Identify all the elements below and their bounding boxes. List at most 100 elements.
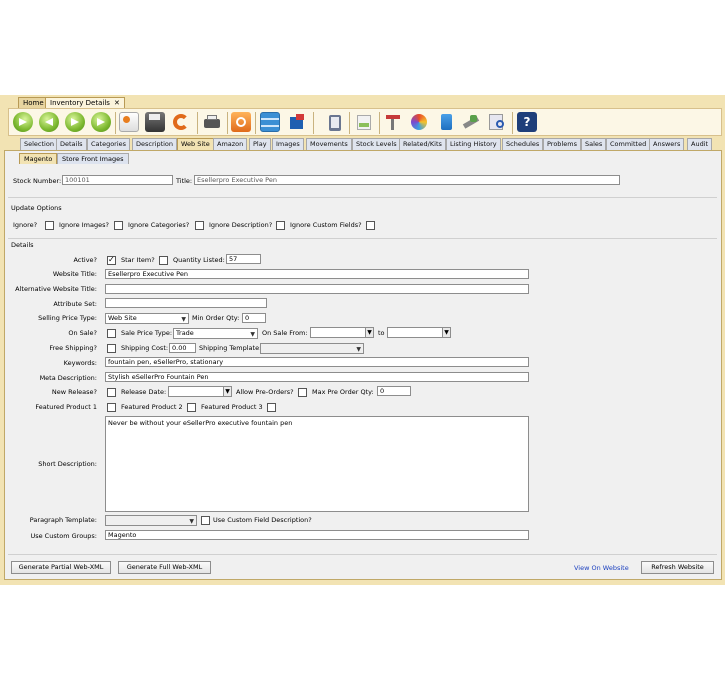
subtab-magento[interactable]: Magento [19,153,58,164]
previous-icon[interactable] [39,112,59,132]
tab-images[interactable]: Images [272,138,304,150]
tab-related-kits[interactable]: Related/Kits [399,138,446,150]
toolbar-separator [379,112,380,134]
active-checkbox[interactable] [107,255,116,265]
generate-full-web-xml-button[interactable]: Generate Full Web-XML [118,561,211,574]
clipboard-icon[interactable] [325,112,345,132]
print-icon[interactable] [202,112,222,132]
ignore-custom-fields-checkbox[interactable] [366,221,375,230]
grid-icon[interactable] [260,112,280,132]
document-tab-strip: Home Inventory Details ✕ [0,95,725,108]
featured-product-1-checkbox[interactable] [107,403,116,412]
paragraph-template-select[interactable]: ▼ [105,515,197,526]
notebook-icon[interactable] [436,112,456,132]
release-date-label: Release Date: [121,388,167,396]
new-icon[interactable] [119,112,139,132]
chevron-down-icon[interactable]: ▼ [365,327,374,338]
tab-movements[interactable]: Movements [306,138,352,150]
ignore-label: Ignore? [13,221,38,229]
featured-product-1-label: Featured Product 1 [35,403,97,411]
tools-icon[interactable] [461,112,481,132]
shipping-template-select[interactable]: ▼ [260,343,364,354]
tab-schedules[interactable]: Schedules [502,138,544,150]
min-order-qty-field[interactable]: 0 [242,313,266,323]
release-date-field[interactable]: ▼ [168,386,232,397]
star-item-checkbox[interactable] [159,256,168,265]
shipping-cost-label: Shipping Cost: [121,344,169,352]
divider [8,197,717,198]
tab-problems[interactable]: Problems [543,138,581,150]
toolbar-separator [227,112,228,134]
allow-preorders-checkbox[interactable] [298,388,307,397]
new-release-checkbox[interactable] [107,388,116,397]
report-icon[interactable] [383,112,403,132]
ignore-categories-checkbox[interactable] [195,221,204,230]
generate-partial-web-xml-button[interactable]: Generate Partial Web-XML [11,561,111,574]
free-shipping-checkbox[interactable] [107,344,116,353]
alt-website-title-field[interactable] [105,284,529,294]
export-icon[interactable] [287,112,307,132]
tab-categories[interactable]: Categories [87,138,131,150]
meta-description-field[interactable]: Stylish eSellerPro Fountain Pen [105,372,529,382]
use-custom-groups-field[interactable]: Magento [105,530,529,540]
use-custom-field-desc-checkbox[interactable] [201,516,210,525]
tab-amazon[interactable]: Amazon [213,138,248,150]
tab-description[interactable]: Description [132,138,178,150]
stock-number-field[interactable]: 100101 [62,175,173,185]
on-sale-checkbox[interactable] [107,329,116,338]
help-icon[interactable]: ? [517,112,537,132]
new-release-label: New Release? [51,388,97,396]
featured-product-3-checkbox[interactable] [267,403,276,412]
next-icon[interactable] [65,112,85,132]
chevron-down-icon[interactable]: ▼ [442,327,451,338]
undo-icon[interactable] [231,112,251,132]
on-sale-from-date[interactable]: ▼ [310,327,374,338]
doc-tab-inventory-details[interactable]: Inventory Details ✕ [45,97,125,108]
refresh-icon[interactable] [171,112,191,132]
update-options-heading: Update Options [11,204,62,212]
tab-details[interactable]: Details [56,138,87,150]
keywords-field[interactable]: fountain pen, eSellerPro, stationary [105,357,529,367]
save-icon[interactable] [145,112,165,132]
first-icon[interactable] [13,112,33,132]
tab-play[interactable]: Play [249,138,271,150]
last-icon[interactable] [91,112,111,132]
tab-stock-levels[interactable]: Stock Levels [352,138,401,150]
inspect-icon[interactable] [487,112,507,132]
doc-tab-inventory-label: Inventory Details [50,99,110,107]
tab-sales[interactable]: Sales [581,138,607,150]
tab-listing-history[interactable]: Listing History [446,138,501,150]
tab-audit[interactable]: Audit [687,138,713,150]
palette-icon[interactable] [409,112,429,132]
view-on-website-link[interactable]: View On Website [574,564,629,572]
document-icon[interactable] [354,112,374,132]
website-title-field[interactable]: Esellerpro Executive Pen [105,269,529,279]
short-description-textarea[interactable]: Never be without your eSellerPro executi… [105,416,529,512]
shipping-cost-field[interactable]: 0.00 [169,343,196,353]
on-sale-to-date[interactable]: ▼ [387,327,451,338]
selling-price-type-select[interactable]: Web Site ▼ [105,313,189,324]
ignore-description-checkbox[interactable] [276,221,285,230]
use-custom-groups-label: Use Custom Groups: [30,532,97,540]
max-preorder-qty-field[interactable]: 0 [377,386,411,396]
meta-description-label: Meta Description: [39,374,97,382]
ignore-checkbox[interactable] [45,221,54,230]
title-field[interactable]: Esellerpro Executive Pen [194,175,620,185]
quantity-listed-field[interactable]: 57 [226,254,261,264]
chevron-down-icon: ▼ [356,346,361,353]
ignore-description-label: Ignore Description? [209,221,273,229]
subtab-store-front-images[interactable]: Store Front Images [57,153,129,164]
chevron-down-icon[interactable]: ▼ [223,386,232,397]
ignore-images-checkbox[interactable] [114,221,123,230]
title-label: Title: [176,177,193,185]
attribute-set-field[interactable] [105,298,267,308]
tab-web-site[interactable]: Web Site [177,138,214,150]
refresh-website-button[interactable]: Refresh Website [641,561,714,574]
featured-product-2-checkbox[interactable] [187,403,196,412]
ignore-custom-fields-label: Ignore Custom Fields? [290,221,362,229]
tab-committed[interactable]: Committed [606,138,651,150]
close-icon[interactable]: ✕ [114,99,120,107]
sale-price-type-select[interactable]: Trade ▼ [173,328,258,339]
tab-answers[interactable]: Answers [649,138,685,150]
tab-selection[interactable]: Selection [20,138,58,150]
